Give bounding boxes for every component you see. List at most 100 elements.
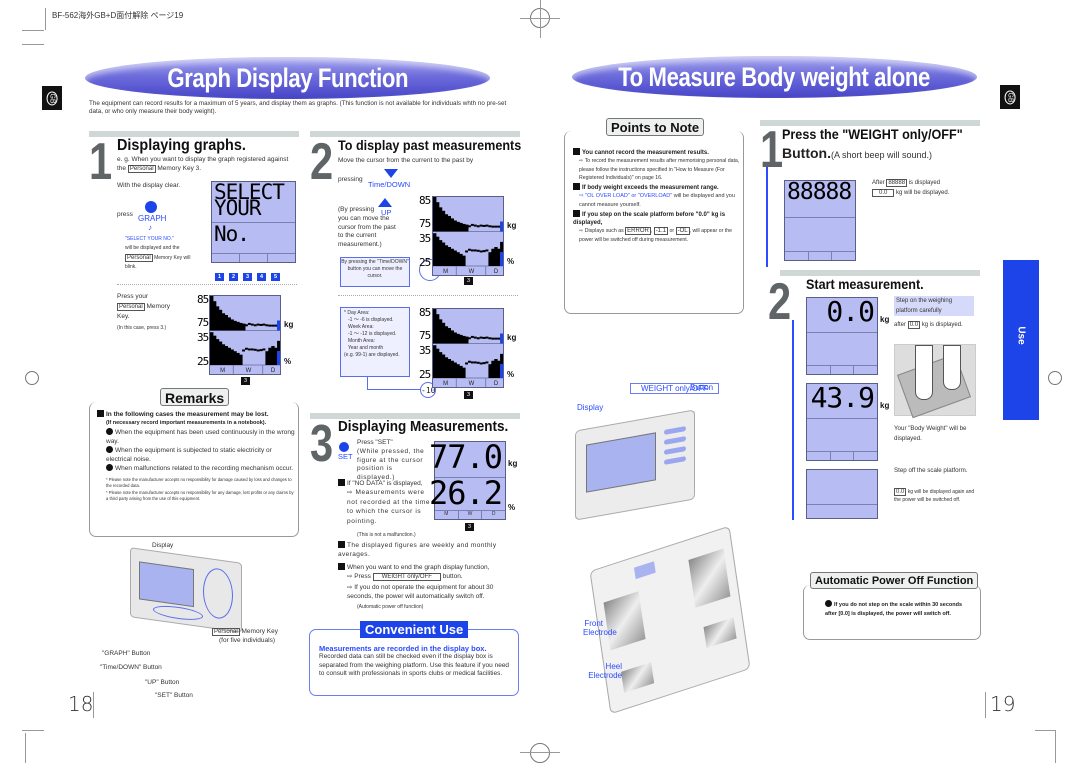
step-off-text: Step off the scale platform. [894,467,968,474]
registration-mark [1048,371,1062,385]
memory-key-3[interactable]: 3 [243,273,252,281]
point-body: ⇨ Displays such as ERROR, -1.1 or -OL, w… [579,226,732,243]
down-arrow-icon[interactable] [384,169,398,178]
unit-kg: kg [507,333,517,342]
convenient-title: Convenient Use [360,621,469,638]
weight-history-bar [215,306,220,331]
fat-history-bar [468,361,471,378]
unit-kg: kg [880,401,890,410]
step-subtitle: Move the cursor from the current to the … [338,157,474,164]
y-tick-label: 85 [197,293,209,306]
unit-percent: % [284,357,292,366]
weight-history-bar [242,323,246,331]
lcd-weight: 43.9 [806,381,878,461]
graph-button-icon[interactable] [145,201,157,213]
convenient-heading: Measurements are recorded in the display… [319,644,487,653]
display-screen [586,432,656,493]
weight-history-point [485,224,489,227]
step-subtitle: e. g. When you want to display the graph… [117,156,289,173]
memory-key[interactable] [664,456,686,465]
step-title: Press the "WEIGHT only/OFF" [782,126,963,142]
y-tick-label: 35 [197,331,209,344]
heel-electrode-left [621,662,655,693]
fat-history-bar [462,255,466,266]
memory-key-indicator: 3 [465,523,474,531]
fat-history-bar [456,252,460,266]
fat-history-bar [447,247,451,266]
weight-history-point [259,323,263,326]
memory-key-5[interactable]: 5 [271,273,280,281]
fat-history-bar [465,250,468,266]
memory-key[interactable] [664,436,686,445]
weight-fat-graph: MWD [209,295,281,375]
use-side-tab: Use [1003,260,1039,420]
remarks-heading: In the following cases the measurement m… [97,410,297,419]
weight-history-point [491,225,495,228]
label-graph-button: "GRAPH" Button [102,650,151,657]
fat-history-bar [260,349,263,365]
zero-text: 0.0 kg will be displayed. [872,189,949,197]
weight-history-bar [236,321,240,331]
memory-key[interactable] [664,446,686,455]
fat-history-bar [459,365,463,378]
lcd-blank [806,469,878,519]
weight-only-off-key[interactable]: WEIGHT only/OFF [372,573,441,581]
memory-key-4[interactable]: 4 [257,273,266,281]
fat-history-point [482,250,486,253]
y-tick-label: 85 [419,194,431,207]
auto-off-body: If you do not step on the scale within 3… [825,600,963,617]
weight-history-bar [450,330,454,344]
auto-off-function: (Automatic power off function) [357,604,424,610]
set-button-icon[interactable] [339,442,349,452]
y-tick-label: 75 [197,316,209,329]
weight-fat-graph: MWD [432,196,504,276]
unit-percent: % [507,257,515,266]
pressing-label: pressing [338,176,363,183]
weight-history-point [497,225,501,228]
weight-history-bar [433,197,437,232]
after-text: After 88888 is displayed [872,179,941,187]
fat-history-bar [441,242,446,266]
crop-mark [520,752,560,753]
fat-history-bar [210,332,214,365]
memory-key-2[interactable]: 2 [229,273,238,281]
fat-history-bar [251,348,254,365]
fat-history-point [245,347,248,350]
no-data-note-2: (This is not a malfunction.) [357,532,416,538]
weight-history-bar [438,319,443,344]
memory-key-indicator: 3 [464,391,473,399]
y-tick-label: 75 [419,329,431,342]
fat-history-point [468,248,471,251]
end-graph: When you want to end the graph display f… [338,563,520,573]
fat-history-bar [456,364,460,378]
weight-history-bar [435,314,440,344]
press-note: (In this case, press 3.) [117,325,167,331]
lcd-all-segments: 88888 [784,179,856,261]
graph-button-label: GRAPH [138,214,167,223]
convenient-body: Recorded data can still be checked even … [319,653,510,677]
fat-history-bar [433,345,437,378]
weight-history-bar [459,334,463,344]
weight-history-point [265,324,269,327]
weight-history-bar [453,220,457,232]
cursor-marker [500,333,503,344]
memory-key-1[interactable]: 1 [215,273,224,281]
weight-history-bar [438,207,443,232]
press-label: press [117,211,133,218]
crop-mark [22,30,44,31]
fat-history-point [250,348,254,351]
page-divider [985,692,986,718]
weight-history-point [271,324,275,327]
fat-history-bar [488,364,492,378]
fat-history-point [262,348,266,351]
remarks-note: * Please note the manufacturer accepts n… [106,489,294,502]
area-label-D: D [494,381,499,387]
memory-key-group [203,566,233,621]
weight-history-bar [447,215,451,232]
press-your-key: Press your Personal Memory Key. [117,293,170,320]
up-arrow-icon[interactable] [378,198,392,207]
area-note: * Day Area: -1 ～ -6 is displayed. Week A… [340,307,410,377]
memory-key[interactable] [664,426,686,435]
fat-history-point [470,361,474,364]
fat-history-point [242,349,245,352]
